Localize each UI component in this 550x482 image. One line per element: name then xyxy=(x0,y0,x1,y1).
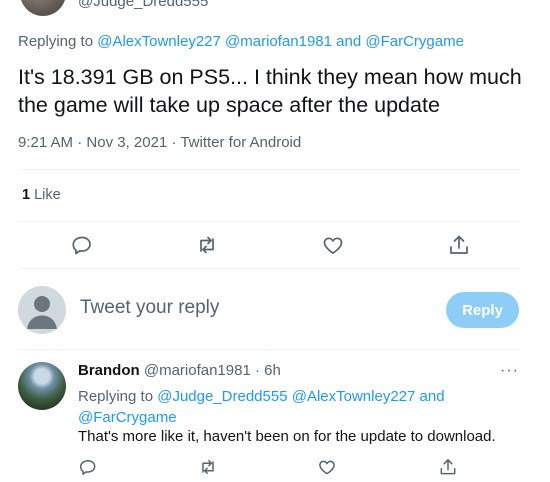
replying-label: Replying to xyxy=(18,33,94,50)
user-avatar[interactable] xyxy=(18,286,66,334)
share-icon[interactable] xyxy=(438,457,458,477)
reply-input[interactable]: Tweet your reply xyxy=(80,297,219,319)
more-options-icon[interactable]: ··· xyxy=(500,362,519,380)
reply-tweet-text: That's more like it, haven't been on for… xyxy=(78,428,496,445)
reply-button[interactable]: Reply xyxy=(446,292,519,328)
reply-icon[interactable] xyxy=(78,457,98,477)
and-others[interactable]: and xyxy=(420,388,445,405)
mention-link[interactable]: @Judge_Dredd555 xyxy=(157,388,287,405)
author-handle[interactable]: @Judge_Dredd555 xyxy=(78,0,208,10)
tweet-source[interactable]: Twitter for Android xyxy=(180,134,301,151)
mention-link[interactable]: @mariofan1981 xyxy=(225,33,332,50)
and-others[interactable]: and xyxy=(336,33,361,50)
tweet-date[interactable]: Nov 3, 2021 xyxy=(86,134,167,151)
reply-author-handle[interactable]: @mariofan1981 xyxy=(144,362,251,379)
meta-separator: · xyxy=(250,362,265,379)
retweet-icon[interactable] xyxy=(195,233,219,257)
default-avatar-icon xyxy=(27,296,57,329)
mention-link[interactable]: @FarCrygame xyxy=(365,33,464,50)
mention-link[interactable]: @AlexTownley227 xyxy=(292,388,416,405)
replying-label: Replying to xyxy=(78,388,154,405)
share-icon[interactable] xyxy=(447,233,471,257)
tweet-meta: 9:21 AM · Nov 3, 2021 · Twitter for Andr… xyxy=(18,134,301,151)
reply-replying-to-line: Replying to @Judge_Dredd555 @AlexTownley… xyxy=(78,386,498,428)
like-count-value: 1 xyxy=(22,187,31,203)
divider xyxy=(18,221,520,222)
heart-icon[interactable] xyxy=(321,233,345,257)
mention-link[interactable]: @AlexTownley227 xyxy=(97,33,221,50)
reply-author-line: Brandon @mariofan1981 · 6h xyxy=(78,362,281,379)
reply-author-avatar[interactable] xyxy=(18,362,66,410)
likes-count[interactable]: 1 Like xyxy=(22,187,61,203)
retweet-icon[interactable] xyxy=(198,457,218,477)
meta-separator: · xyxy=(73,134,87,151)
replying-to-line: Replying to @AlexTownley227 @mariofan198… xyxy=(18,33,464,50)
reply-author-name[interactable]: Brandon xyxy=(78,362,140,379)
meta-separator: · xyxy=(167,134,181,151)
divider xyxy=(18,169,520,170)
mention-link[interactable]: @FarCrygame xyxy=(78,409,177,426)
divider xyxy=(18,268,520,269)
author-avatar[interactable] xyxy=(20,0,66,16)
tweet-time[interactable]: 9:21 AM xyxy=(18,134,73,151)
like-count-label: Like xyxy=(34,187,61,203)
heart-icon[interactable] xyxy=(317,457,337,477)
reply-icon[interactable] xyxy=(70,233,94,257)
tweet-text: It's 18.391 GB on PS5... I think they me… xyxy=(18,65,522,117)
reply-time[interactable]: 6h xyxy=(264,362,281,379)
divider xyxy=(18,349,520,350)
